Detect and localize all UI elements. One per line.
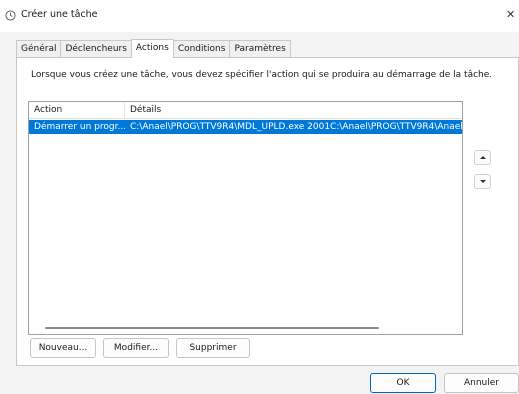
actions-list[interactable]: Action Détails Démarrer un progr... C:\A… [28,101,463,335]
row-details-cell: C:\Anael\PROG\TTV9R4\MDL_UPLD.exe 2001C:… [130,122,462,132]
create-task-dialog: Créer une tâche ✕ Général Déclencheurs A… [0,0,519,394]
cancel-button[interactable]: Annuler [444,373,519,393]
window-title: Créer une tâche [21,9,98,20]
move-up-button[interactable] [474,150,491,165]
tab-conditions[interactable]: Conditions [172,40,231,58]
new-action-button[interactable]: Nouveau... [30,338,96,358]
scrollbar-thumb[interactable] [45,327,379,329]
close-button[interactable]: ✕ [506,6,519,24]
horizontal-scrollbar[interactable] [29,323,462,334]
tab-triggers[interactable]: Déclencheurs [60,40,132,58]
tab-settings[interactable]: Paramètres [229,40,291,58]
tab-general[interactable]: Général [16,40,62,58]
actions-description: Lorsque vous créez une tâche, vous devez… [31,70,493,80]
edit-action-button[interactable]: Modifier... [103,338,169,358]
column-header-details[interactable]: Détails [125,102,462,118]
delete-action-button[interactable]: Supprimer [176,338,250,358]
row-action-cell: Démarrer un progr... [34,122,125,132]
tab-actions[interactable]: Actions [130,39,174,58]
list-header: Action Détails [29,102,462,119]
tab-strip: Général Déclencheurs Actions Conditions … [16,39,291,58]
task-clock-icon [5,10,16,21]
arrow-up-icon [480,156,486,159]
arrow-down-icon [480,180,486,183]
move-down-button[interactable] [474,174,491,189]
table-row[interactable]: Démarrer un progr... C:\Anael\PROG\TTV9R… [29,120,462,134]
title-bar: Créer une tâche ✕ [0,0,519,32]
ok-button[interactable]: OK [370,373,436,393]
actions-tab-panel: Lorsque vous créez une tâche, vous devez… [16,57,519,366]
column-header-action[interactable]: Action [29,102,125,118]
